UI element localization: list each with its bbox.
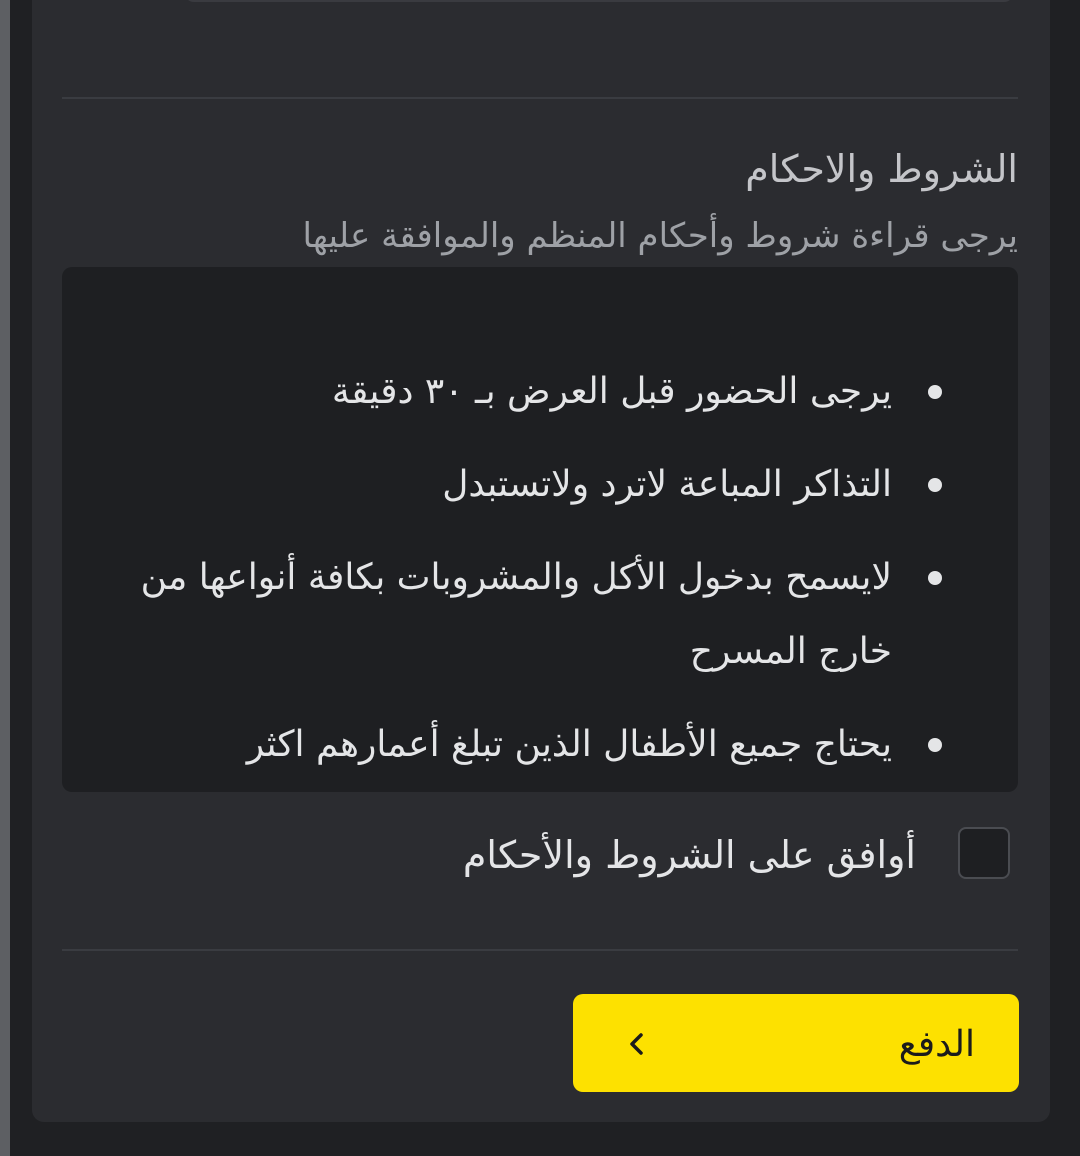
checkout-card: الشروط والاحكام يرجى قراءة شروط وأحكام ا… [32,0,1050,1122]
agree-checkbox[interactable] [958,827,1010,879]
terms-scroll-box[interactable]: يرجى الحضور قبل العرض بـ ٣٠ دقيقة التذاك… [62,267,1018,792]
divider [62,949,1018,951]
pay-button-label: الدفع [898,1023,975,1064]
divider [62,97,1018,99]
terms-item: يرجى الحضور قبل العرض بـ ٣٠ دقيقة [62,355,1018,429]
terms-list: يرجى الحضور قبل العرض بـ ٣٠ دقيقة التذاك… [62,355,1018,792]
terms-item-text: التذاكر المباعة لاترد ولاتستبدل [442,464,892,505]
agree-label[interactable]: أوافق على الشروط والأحكام [356,825,916,885]
terms-title: الشروط والاحكام [745,147,1018,191]
side-edge [0,0,10,1156]
previous-field-edge [184,0,1014,2]
bullet-icon [928,478,942,492]
bullet-icon [928,571,942,585]
bullet-icon [928,385,942,399]
terms-item: يحتاج جميع الأطفال الذين تبلغ أعمارهم اك… [62,708,1018,782]
terms-item: لايسمح بدخول الأكل والمشروبات بكافة أنوا… [62,541,1018,689]
pay-button[interactable]: الدفع [573,994,1019,1092]
bullet-icon [928,738,942,752]
terms-subtitle: يرجى قراءة شروط وأحكام المنظم والموافقة … [302,216,1018,256]
agree-row[interactable]: أوافق على الشروط والأحكام [320,825,1020,885]
terms-item-text: لايسمح بدخول الأكل والمشروبات بكافة أنوا… [140,557,892,672]
terms-item-text: يحتاج جميع الأطفال الذين تبلغ أعمارهم اك… [246,724,892,765]
terms-item-text: يرجى الحضور قبل العرض بـ ٣٠ دقيقة [331,371,892,412]
terms-item: التذاكر المباعة لاترد ولاتستبدل [62,448,1018,522]
chevron-left-icon [630,1033,643,1055]
